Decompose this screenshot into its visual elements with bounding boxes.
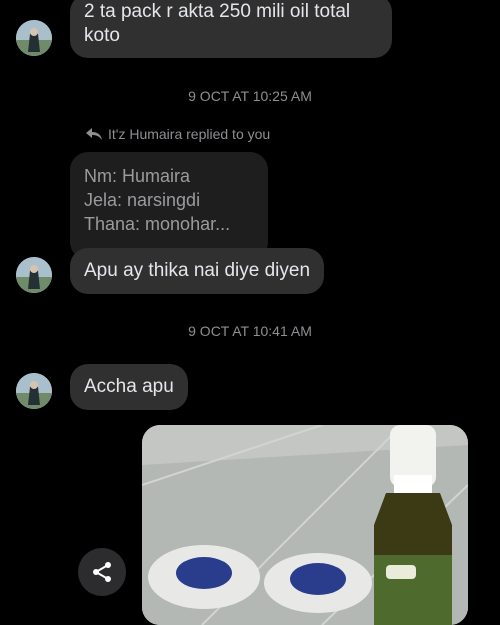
timestamp: 9 OCT AT 10:41 AM [188,323,312,339]
quoted-line: Nm: Humaira [84,166,191,186]
message-text: Apu ay thika nai diye diyen [84,260,311,281]
timestamp: 9 OCT AT 10:25 AM [188,88,312,104]
message-bubble[interactable]: Accha apu [70,364,188,410]
product-photo [142,425,468,625]
quoted-line: Thana: monohar... [84,214,231,234]
reply-header-text: It'z Humaira replied to you [108,126,271,142]
contact-avatar[interactable] [16,373,52,409]
message-text: Accha apu [84,376,174,397]
share-button[interactable] [78,548,126,596]
avatar-image [16,20,52,56]
avatar-image [16,373,52,409]
photo-attachment[interactable] [142,425,468,625]
message-bubble[interactable]: Apu ay thika nai diye diyen [70,248,325,294]
avatar-image [16,257,52,293]
share-icon [93,562,111,582]
contact-avatar[interactable] [16,20,52,56]
reply-arrow-icon [86,128,102,140]
quoted-message[interactable]: Nm: Humaira Jela: narsingdi Thana: monoh… [70,152,268,260]
reply-header: It'z Humaira replied to you [86,126,270,142]
message-bubble[interactable]: 2 ta pack r akta 250 mili oil total koto [70,0,392,58]
message-text: 2 ta pack r akta 250 mili oil total koto [84,1,351,46]
contact-avatar[interactable] [16,257,52,293]
quoted-line: Jela: narsingdi [84,190,201,210]
